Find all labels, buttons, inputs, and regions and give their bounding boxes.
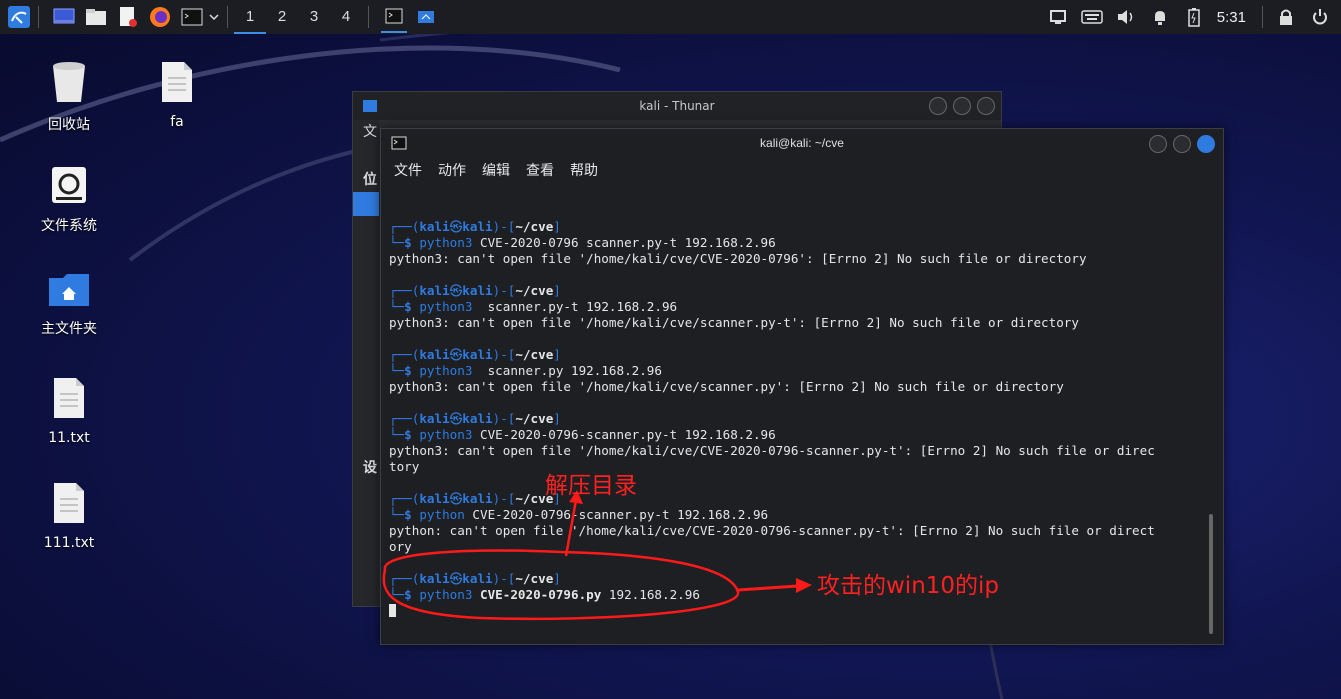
red-arrow-right-head bbox=[796, 578, 812, 593]
red-ellipse-annotation bbox=[382, 549, 740, 621]
annotation-layer bbox=[382, 490, 812, 621]
red-arrow-right bbox=[737, 584, 799, 592]
annotation-target-ip: 攻击的win10的ip bbox=[817, 573, 1000, 599]
annotation-unzip-dir: 解压目录 bbox=[545, 473, 637, 499]
red-arrow-up bbox=[564, 499, 578, 557]
